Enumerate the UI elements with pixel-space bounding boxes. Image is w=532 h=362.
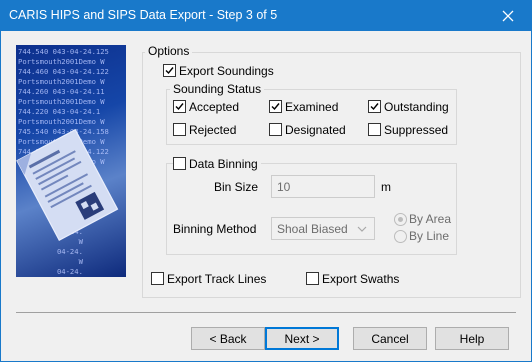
data-binning-label[interactable]: Data Binning [186, 157, 261, 171]
bin-size-label: Bin Size [214, 180, 259, 194]
export-soundings-label[interactable]: Export Soundings [179, 64, 274, 78]
checkmark-icon [271, 103, 280, 111]
by-area-label[interactable]: By Area [409, 212, 451, 226]
examined-checkbox[interactable] [269, 100, 282, 113]
wizard-banner-image: 744.540 043-04-24.125 Portsmouth2001Demo… [16, 45, 126, 277]
accepted-label[interactable]: Accepted [189, 100, 239, 114]
close-icon [502, 10, 514, 22]
examined-label[interactable]: Examined [285, 100, 338, 114]
binning-method-value: Shoal Biased [277, 222, 348, 236]
close-button[interactable] [485, 1, 531, 31]
rejected-checkbox[interactable] [173, 123, 186, 136]
outstanding-checkbox[interactable] [368, 100, 381, 113]
rejected-label[interactable]: Rejected [189, 123, 236, 137]
help-button[interactable]: Help [435, 327, 509, 350]
dialog-window: CARIS HIPS and SIPS Data Export - Step 3… [0, 0, 532, 362]
export-track-lines-label[interactable]: Export Track Lines [167, 272, 266, 286]
title-bar[interactable]: CARIS HIPS and SIPS Data Export - Step 3… [1, 1, 531, 31]
binning-method-label: Binning Method [173, 222, 257, 236]
footer-separator [16, 312, 516, 313]
export-track-lines-checkbox[interactable] [151, 272, 164, 285]
export-soundings-checkbox[interactable] [163, 64, 176, 77]
checkmark-icon [370, 103, 379, 111]
options-group-label: Options [145, 44, 193, 58]
sounding-status-label: Sounding Status [170, 82, 265, 96]
binning-method-select[interactable]: Shoal Biased [271, 217, 375, 240]
export-swaths-checkbox[interactable] [306, 272, 319, 285]
suppressed-label[interactable]: Suppressed [384, 123, 448, 137]
accepted-checkbox[interactable] [173, 100, 186, 113]
cancel-button[interactable]: Cancel [353, 327, 427, 350]
by-area-radio[interactable] [394, 213, 407, 226]
checkmark-icon [165, 67, 174, 75]
checkmark-icon [175, 103, 184, 111]
by-line-label[interactable]: By Line [409, 229, 449, 243]
next-button[interactable]: Next > [265, 327, 339, 350]
document-icon [16, 128, 119, 241]
bin-size-field[interactable]: 10 [271, 175, 375, 198]
export-swaths-label[interactable]: Export Swaths [322, 272, 399, 286]
designated-checkbox[interactable] [269, 123, 282, 136]
window-title: CARIS HIPS and SIPS Data Export - Step 3… [9, 8, 278, 22]
by-line-radio[interactable] [394, 230, 407, 243]
bin-size-value: 10 [277, 180, 291, 194]
bin-size-unit: m [381, 180, 391, 194]
data-binning-checkbox[interactable] [173, 157, 186, 170]
designated-label[interactable]: Designated [285, 123, 346, 137]
back-button[interactable]: < Back [191, 327, 265, 350]
chevron-down-icon [357, 226, 367, 232]
suppressed-checkbox[interactable] [368, 123, 381, 136]
outstanding-label[interactable]: Outstanding [384, 100, 449, 114]
